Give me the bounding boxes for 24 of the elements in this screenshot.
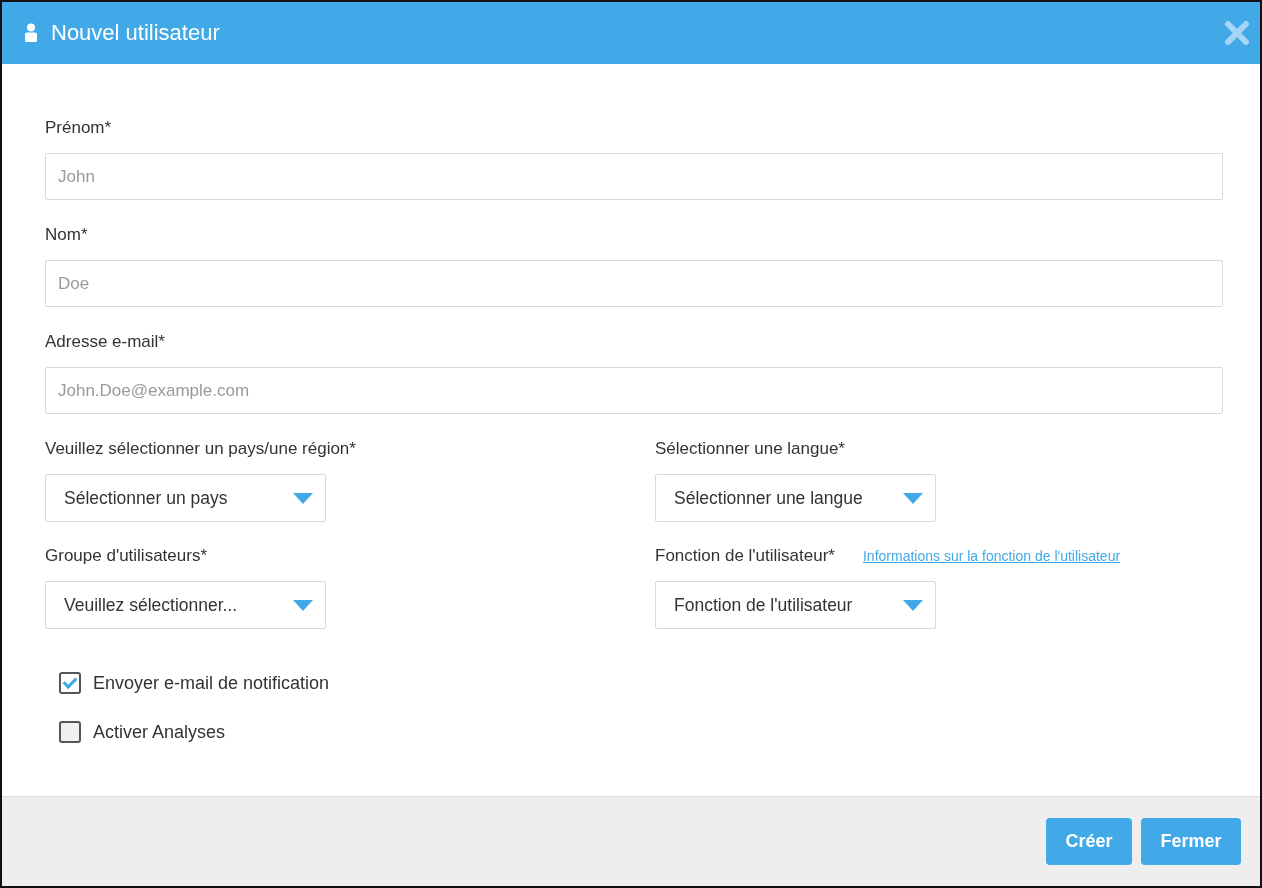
caret-icon: [293, 492, 313, 504]
field-label: Veuillez sélectionner un pays/une région*: [45, 439, 356, 459]
dropdown[interactable]: Sélectionner un pays: [45, 474, 326, 522]
dropdown[interactable]: Veuillez sélectionner...: [45, 581, 326, 629]
input-field[interactable]: John.Doe@example.com: [45, 367, 1223, 414]
field-label: Sélectionner une langue*: [655, 439, 845, 459]
dropdown[interactable]: Sélectionner une langue: [655, 474, 936, 522]
field-label: Prénom*: [45, 118, 113, 138]
checkbox[interactable]: [59, 672, 81, 694]
checkbox-label: Activer Analyses: [93, 721, 226, 743]
field-label: Groupe d'utilisateurs*: [45, 546, 207, 566]
user-icon: [24, 23, 38, 43]
caret-icon: [293, 599, 313, 611]
input-field[interactable]: John: [45, 153, 1223, 200]
caret-icon: [903, 492, 923, 504]
input-field[interactable]: Doe: [45, 260, 1223, 307]
dropdown[interactable]: Fonction de l'utilisateur: [655, 581, 936, 629]
field-label: Fonction de l'utilisateur*: [655, 546, 835, 566]
field-label: Nom*: [45, 225, 89, 245]
field-label: Adresse e-mail*: [45, 332, 166, 352]
dialog-title: Nouvel utilisateur: [51, 20, 221, 46]
caret-icon: [903, 599, 923, 611]
checkbox-label: Envoyer e-mail de notification: [93, 672, 330, 694]
checkbox[interactable]: [59, 721, 81, 743]
